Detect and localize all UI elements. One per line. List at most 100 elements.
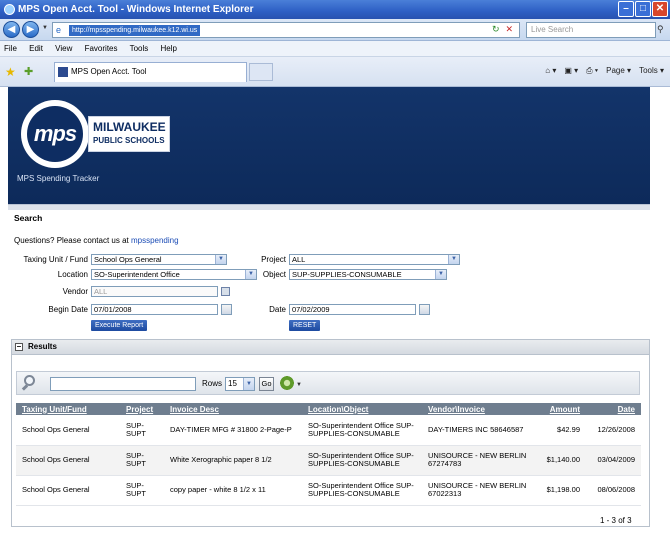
col-date[interactable]: Date <box>586 403 641 415</box>
end-date-input[interactable]: 07/02/2009 <box>289 304 416 315</box>
col-location[interactable]: Location\Object <box>302 403 422 415</box>
cell-fund: School Ops General <box>16 445 120 476</box>
results-toolbar: Rows 15 ▼ Go ▼ <box>16 371 640 395</box>
close-icon[interactable]: ✕ <box>652 1 668 17</box>
page-menu-label: Page <box>606 66 625 75</box>
table-header-row: Taxing Unit/Fund Project Invoice Desc Lo… <box>16 403 641 415</box>
history-dropdown-icon[interactable]: ▼ <box>42 25 48 31</box>
calendar-icon[interactable] <box>419 304 430 315</box>
calendar-icon[interactable] <box>221 304 232 315</box>
menu-file[interactable]: File <box>4 44 17 53</box>
gear-caret-icon[interactable]: ▼ <box>296 382 302 388</box>
print-icon[interactable]: ⎙ ▾ <box>586 66 598 76</box>
chevron-down-icon: ▼ <box>435 270 446 279</box>
new-tab-button[interactable] <box>249 63 273 81</box>
menu-bar: File Edit View Favorites Tools Help <box>0 41 670 57</box>
cell-date: 08/06/2008 <box>586 475 641 506</box>
cell-amount: $1,140.00 <box>534 445 586 476</box>
feeds-icon[interactable]: ▣ ▾ <box>564 66 578 76</box>
cell-location: SO-Superintendent Office SUP-SUPPLIES-CO… <box>302 475 422 506</box>
site-header: mps MILWAUKEE PUBLIC SCHOOLS MPS Spendin… <box>8 87 650 204</box>
cell-desc: White Xerographic paper 8 1/2 <box>164 445 302 476</box>
table-row[interactable]: School Ops General SUP-SUPT copy paper -… <box>16 475 641 506</box>
cell-fund: School Ops General <box>16 415 120 446</box>
pagination-text: 1 - 3 of 3 <box>600 516 632 525</box>
menu-favorites[interactable]: Favorites <box>85 44 118 53</box>
results-title: Results <box>28 342 57 351</box>
tools-menu-label: Tools <box>639 66 658 75</box>
location-value: SO-Superintendent Office <box>94 270 180 279</box>
search-icon[interactable]: ⚲ <box>657 24 664 35</box>
search-input[interactable]: Live Search <box>526 22 656 38</box>
col-invoice-desc[interactable]: Invoice Desc <box>164 403 302 415</box>
ie-logo-icon <box>4 4 15 15</box>
table-row[interactable]: School Ops General SUP-SUPT White Xerogr… <box>16 445 641 476</box>
date-label: Date <box>269 305 286 314</box>
execute-report-button[interactable]: Execute Report <box>91 320 148 331</box>
tab-favicon-icon <box>58 67 68 77</box>
begin-date-label: Begin Date <box>48 305 88 314</box>
menu-edit[interactable]: Edit <box>29 44 43 53</box>
project-select[interactable]: ALL ▼ <box>289 254 460 265</box>
results-search-input[interactable] <box>50 377 196 391</box>
cell-date: 12/26/2008 <box>586 415 641 446</box>
reset-button[interactable]: RESET <box>289 320 321 331</box>
tracker-title: MPS Spending Tracker <box>17 174 100 183</box>
chevron-down-icon: ▼ <box>243 378 254 390</box>
cell-desc: DAY-TIMER MFG # 31800 2-Page-P <box>164 415 302 446</box>
cell-location: SO-Superintendent Office SUP-SUPPLIES-CO… <box>302 415 422 446</box>
collapse-icon[interactable]: – <box>15 343 23 351</box>
col-amount[interactable]: Amount <box>534 403 586 415</box>
go-button[interactable]: Go <box>259 377 274 391</box>
col-vendor[interactable]: Vendor\Invoice <box>422 403 534 415</box>
address-actions: ↻ ✕ <box>492 24 513 35</box>
contact-line: Questions? Please contact us at mpsspend… <box>14 236 179 245</box>
logo-line2: PUBLIC SCHOOLS <box>93 136 165 145</box>
menu-view[interactable]: View <box>55 44 72 53</box>
cell-location: SO-Superintendent Office SUP-SUPPLIES-CO… <box>302 445 422 476</box>
begin-date-input[interactable]: 07/01/2008 <box>91 304 218 315</box>
results-panel-header[interactable]: – Results <box>11 339 650 355</box>
refresh-icon[interactable]: ↻ <box>492 24 500 35</box>
tab-label: MPS Open Acct. Tool <box>71 67 147 76</box>
minimize-icon[interactable]: – <box>618 1 634 17</box>
menu-help[interactable]: Help <box>161 44 177 53</box>
col-project[interactable]: Project <box>120 403 164 415</box>
address-toolbar: ◀ ▶ ▼ e http://mpsspending.milwaukee.k12… <box>0 19 670 41</box>
results-table: Taxing Unit/Fund Project Invoice Desc Lo… <box>16 403 641 506</box>
rows-select[interactable]: 15 ▼ <box>225 377 255 391</box>
command-bar: ⌂ ▾ ▣ ▾ ⎙ ▾ Page ▾ Tools ▾ <box>545 66 664 76</box>
maximize-icon[interactable]: □ <box>635 1 651 17</box>
window-controls: – □ ✕ <box>618 1 668 17</box>
menu-tools[interactable]: Tools <box>130 44 149 53</box>
forward-icon[interactable]: ▶ <box>22 21 39 38</box>
tab-mps-open-acct[interactable]: MPS Open Acct. Tool <box>54 62 247 82</box>
location-label: Location <box>57 270 88 279</box>
object-select[interactable]: SUP-SUPPLIES-CONSUMABLE ▼ <box>289 269 447 280</box>
add-favorite-icon[interactable]: ✚ <box>24 65 33 78</box>
favorites-star-icon[interactable]: ★ <box>5 65 16 79</box>
taxing-select[interactable]: School Ops General ▼ <box>91 254 227 265</box>
page-menu[interactable]: Page ▾ <box>606 66 631 76</box>
logo-initials: mps <box>27 106 83 162</box>
address-bar[interactable]: e http://mpsspending.milwaukee.k12.wi.us <box>52 22 520 38</box>
url-text: http://mpsspending.milwaukee.k12.wi.us <box>69 25 201 36</box>
contact-link[interactable]: mpsspending <box>131 236 179 245</box>
table-row[interactable]: School Ops General SUP-SUPT DAY-TIMER MF… <box>16 415 641 446</box>
vendor-input[interactable]: ALL <box>91 286 218 297</box>
mps-logo-icon: mps <box>21 100 89 168</box>
divider <box>8 204 650 210</box>
vendor-lookup-icon[interactable] <box>221 287 230 296</box>
home-icon[interactable]: ⌂ ▾ <box>545 66 556 76</box>
tools-menu[interactable]: Tools ▾ <box>639 66 664 76</box>
gear-icon[interactable] <box>279 375 295 391</box>
object-label: Object <box>262 270 286 279</box>
stop-icon[interactable]: ✕ <box>506 24 514 35</box>
col-fund[interactable]: Taxing Unit/Fund <box>16 403 120 415</box>
chevron-down-icon: ▼ <box>448 255 459 264</box>
back-icon[interactable]: ◀ <box>3 21 20 38</box>
location-select[interactable]: SO-Superintendent Office ▼ <box>91 269 257 280</box>
page-icon: e <box>56 25 62 35</box>
object-value: SUP-SUPPLIES-CONSUMABLE <box>292 270 402 279</box>
search-icon[interactable] <box>21 375 38 391</box>
